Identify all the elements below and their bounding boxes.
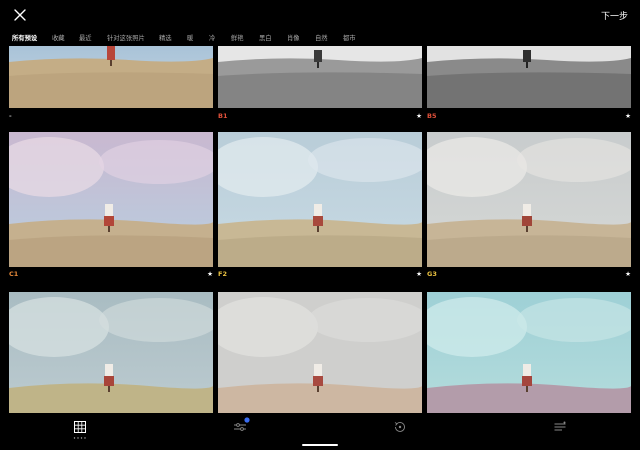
preset-cell [9,292,213,413]
tab-favorites[interactable]: 收藏 [52,33,65,42]
favorite-star-icon[interactable]: ★ [207,270,213,278]
preset-cell [427,292,631,413]
preset-label: F2 [218,270,227,278]
presets-grid-icon[interactable] [73,420,87,434]
tab-all-presets[interactable]: 所有预设 [12,33,37,42]
preset-cell: F2 ★ [218,132,422,280]
preset-label: - [9,112,12,120]
preset-cell: - [9,46,213,122]
preset-thumbnail[interactable] [427,132,631,267]
tab-vibrant[interactable]: 鲜艳 [231,33,244,42]
page-dots-indicator [73,437,86,439]
preset-thumbnail[interactable] [218,132,422,267]
tab-portrait[interactable]: 肖像 [287,33,300,42]
preset-thumbnail[interactable] [218,292,422,413]
preset-thumbnail[interactable] [9,46,213,108]
home-indicator [302,444,338,446]
preset-grid: - B1 ★ B5 ★ C1 ★ F2 ★ G3 ★ [0,46,640,413]
next-step-button[interactable]: 下一步 [601,9,628,22]
history-icon[interactable] [393,420,407,434]
preset-thumbnail[interactable] [218,46,422,108]
preset-cell: G3 ★ [427,132,631,280]
preset-thumbnail[interactable] [9,132,213,267]
favorite-star-icon[interactable]: ★ [625,270,631,278]
preset-thumbnail[interactable] [427,46,631,108]
preset-thumbnail[interactable] [9,292,213,413]
preset-label: G3 [427,270,437,278]
favorite-star-icon[interactable]: ★ [625,112,631,120]
preset-thumbnail[interactable] [427,292,631,413]
tab-warm[interactable]: 暖 [187,33,193,42]
tab-black-white[interactable]: 黑白 [259,33,272,42]
close-icon[interactable] [12,7,28,23]
recipes-icon[interactable] [553,420,567,434]
tab-recent[interactable]: 最近 [79,33,92,42]
tab-cool[interactable]: 冷 [209,33,215,42]
tab-natural[interactable]: 自然 [315,33,328,42]
tab-urban[interactable]: 都市 [343,33,356,42]
preset-cell: B5 ★ [427,46,631,122]
notification-dot-icon [244,417,250,423]
preset-label: C1 [9,270,19,278]
preset-cell: B1 ★ [218,46,422,122]
tab-for-this-photo[interactable]: 针对这张照片 [107,33,145,42]
preset-category-tabs: 所有预设 收藏 最近 针对这张照片 精选 暖 冷 鲜艳 黑白 肖像 自然 都市 [0,30,640,46]
preset-cell: C1 ★ [9,132,213,280]
favorite-star-icon[interactable]: ★ [416,112,422,120]
preset-label: B1 [218,112,228,120]
favorite-star-icon[interactable]: ★ [416,270,422,278]
tab-featured[interactable]: 精选 [159,33,172,42]
top-bar: 下一步 [0,0,640,30]
preset-label: B5 [427,112,437,120]
preset-cell [218,292,422,413]
